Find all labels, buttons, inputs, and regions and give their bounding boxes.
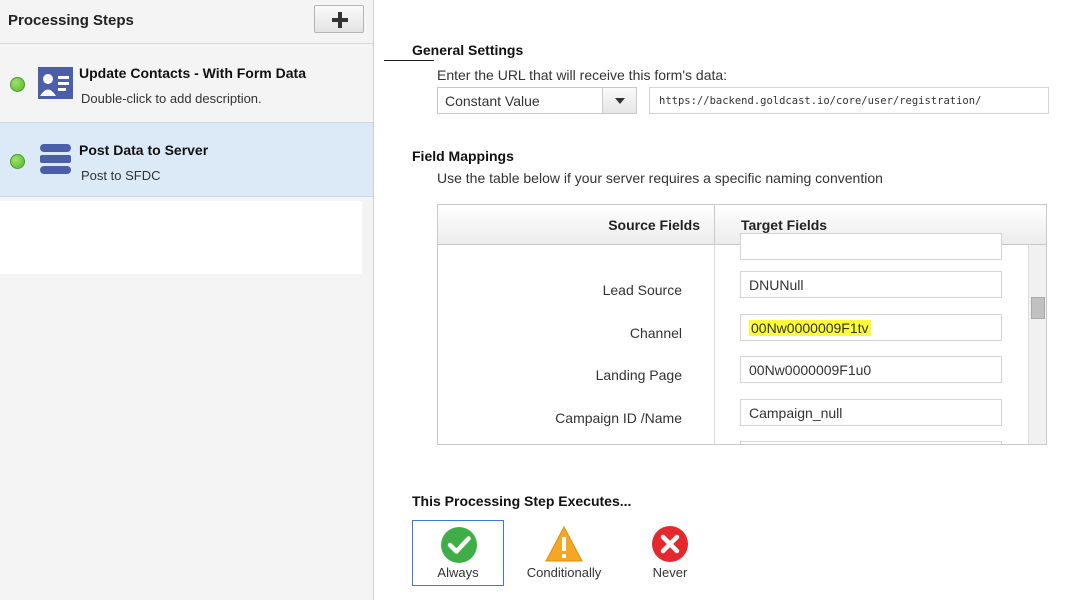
url-helper-text: Enter the URL that will receive this for… xyxy=(437,67,728,83)
step-item-update-contacts[interactable]: Update Contacts - With Form Data Double-… xyxy=(0,46,373,121)
option-label: Always xyxy=(437,565,479,580)
highlighted-value: 00Nw0000009F1tv xyxy=(749,320,871,336)
scrollbar-thumb[interactable] xyxy=(1031,297,1045,319)
processing-steps-panel: Processing Steps Update Contacts - With … xyxy=(0,0,374,600)
add-step-button[interactable] xyxy=(314,5,364,33)
step-item-post-data[interactable]: Post Data to Server Post to SFDC xyxy=(0,122,373,197)
option-conditionally[interactable]: Conditionally xyxy=(518,520,610,586)
source-field-label: Channel xyxy=(629,325,682,341)
url-type-select[interactable]: Constant Value xyxy=(437,87,637,114)
divider xyxy=(384,60,434,61)
step-description: Post to SFDC xyxy=(81,168,161,183)
panel-title: Processing Steps xyxy=(8,12,134,29)
table-row xyxy=(438,441,1028,444)
table-row: Campaign ID /Name Campaign_null xyxy=(438,399,1028,441)
target-field-input[interactable]: 00Nw0000009F1u0 xyxy=(740,356,1002,383)
target-field-input[interactable] xyxy=(740,233,1002,260)
option-label: Conditionally xyxy=(526,565,602,580)
field-mappings-title: Field Mappings xyxy=(412,148,514,164)
option-label: Never xyxy=(652,565,688,580)
column-header-source: Source Fields xyxy=(608,217,700,233)
step-name: Post Data to Server xyxy=(79,142,209,158)
check-circle-icon xyxy=(441,527,477,563)
status-ok-icon xyxy=(10,77,25,92)
target-field-input[interactable]: DNUNull xyxy=(740,271,1002,298)
source-field-label: Campaign ID /Name xyxy=(555,410,682,426)
option-never[interactable]: Never xyxy=(624,520,716,586)
field-mapping-table: Source Fields Target Fields Lead Source … xyxy=(437,204,1047,445)
warning-triangle-icon xyxy=(545,525,583,562)
table-row: Channel 00Nw0000009F1tv xyxy=(438,314,1028,356)
source-field-label: Lead Source xyxy=(602,282,682,298)
target-field-input[interactable]: Campaign_null xyxy=(740,399,1002,426)
empty-step-area xyxy=(0,201,362,274)
target-field-input[interactable]: 00Nw0000009F1tv xyxy=(740,314,1002,341)
option-always[interactable]: Always xyxy=(412,520,504,586)
table-scrollbar[interactable] xyxy=(1028,245,1046,444)
general-settings-title: General Settings xyxy=(412,42,524,58)
url-input[interactable]: https://backend.goldcast.io/core/user/re… xyxy=(649,87,1049,114)
status-ok-icon xyxy=(10,154,25,169)
target-field-input[interactable] xyxy=(740,441,1002,444)
table-row xyxy=(438,233,1028,275)
field-mappings-helper: Use the table below if your server requi… xyxy=(437,170,883,186)
contact-card-icon xyxy=(38,67,73,99)
table-row: Lead Source DNUNull xyxy=(438,271,1028,313)
step-name: Update Contacts - With Form Data xyxy=(79,65,306,81)
table-row: Landing Page 00Nw0000009F1u0 xyxy=(438,356,1028,398)
chevron-down-icon[interactable] xyxy=(602,88,636,113)
source-field-label: Landing Page xyxy=(595,367,682,383)
execution-title: This Processing Step Executes... xyxy=(412,493,632,509)
processing-steps-header: Processing Steps xyxy=(0,0,373,44)
step-description: Double-click to add description. xyxy=(81,91,262,106)
url-type-value: Constant Value xyxy=(445,93,540,109)
column-header-target: Target Fields xyxy=(741,217,828,233)
server-icon xyxy=(40,144,71,174)
x-circle-icon xyxy=(652,526,688,562)
